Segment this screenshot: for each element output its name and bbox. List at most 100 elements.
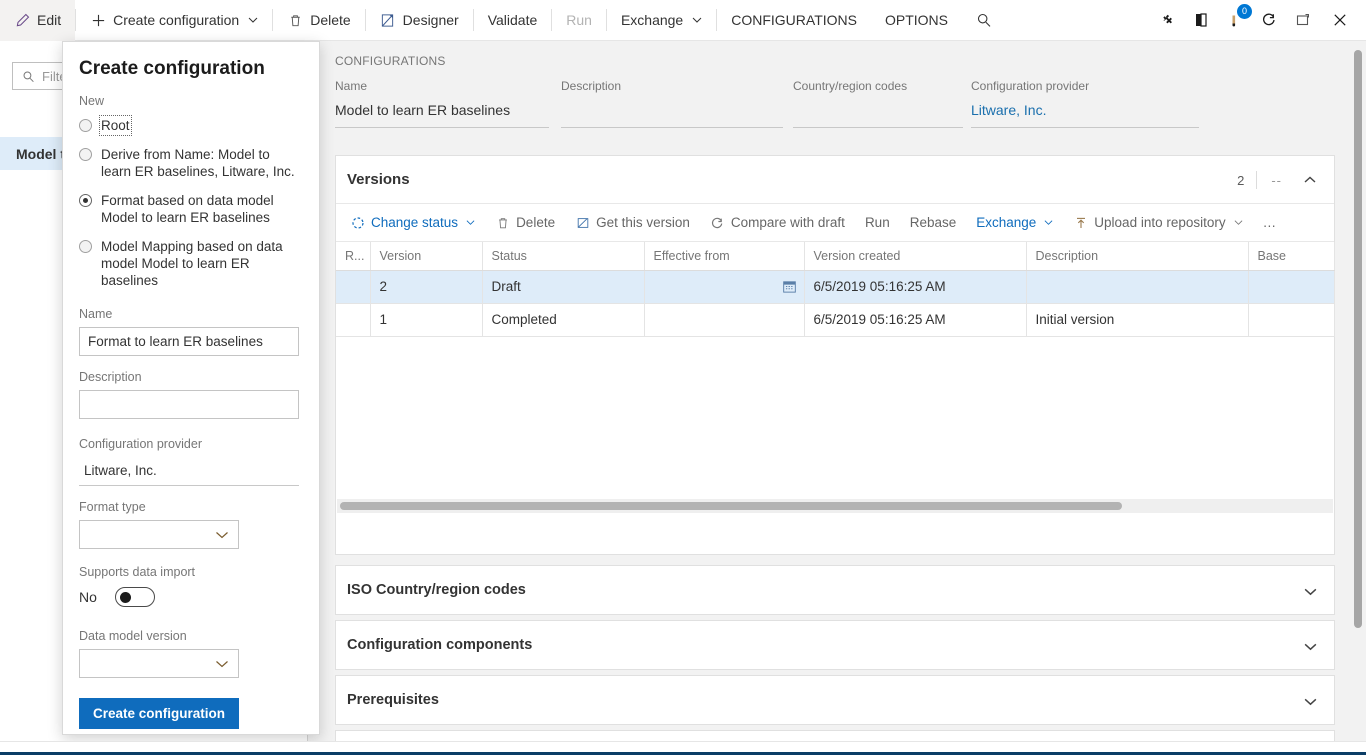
cell-status[interactable]: Draft — [482, 270, 644, 303]
chevron-down-icon — [248, 15, 258, 25]
radio-icon[interactable] — [79, 194, 92, 207]
radio-icon[interactable] — [79, 119, 92, 132]
versions-card-header: Versions 2 -- — [336, 156, 1334, 204]
header-field-value[interactable] — [793, 102, 963, 128]
exchange-button[interactable]: Exchange — [607, 0, 716, 41]
upload-into-repository-button[interactable]: Upload into repository — [1063, 204, 1252, 242]
cell-version[interactable]: 2 — [370, 270, 482, 303]
section-tags[interactable]: Tags — [335, 730, 1335, 741]
create-configuration-button[interactable]: Create configuration — [76, 0, 272, 41]
versions-card: Versions 2 -- Change status — [335, 155, 1335, 555]
header-field-value[interactable] — [561, 102, 783, 128]
get-this-version-button[interactable]: Get this version — [565, 204, 700, 242]
chevron-down-icon[interactable] — [1303, 566, 1318, 616]
more-commands-button[interactable]: … — [1253, 204, 1287, 242]
column-header-r[interactable]: R... — [336, 242, 370, 270]
column-header-base[interactable]: Base — [1248, 242, 1334, 270]
supports-data-import-value: No — [79, 589, 97, 605]
section-configuration-components[interactable]: Configuration components — [335, 620, 1335, 670]
configuration-provider-label: Configuration provider — [79, 437, 303, 451]
description-field-group: Description — [63, 356, 319, 419]
chevron-down-icon — [466, 218, 475, 227]
cell-effective-from[interactable] — [644, 303, 804, 336]
data-model-version-select[interactable] — [79, 649, 239, 678]
delete-version-button[interactable]: Delete — [485, 204, 565, 242]
cell-description[interactable] — [1026, 270, 1248, 303]
header-field-label: Description — [561, 79, 783, 93]
radio-icon[interactable] — [79, 240, 92, 253]
run-label: Run — [566, 12, 592, 28]
run-version-button[interactable]: Run — [855, 204, 900, 242]
change-status-icon — [350, 215, 365, 230]
name-input[interactable]: Format to learn ER baselines — [79, 327, 299, 356]
cell-version-created[interactable]: 6/5/2019 05:16:25 AM — [804, 270, 1026, 303]
close-icon[interactable] — [1320, 0, 1360, 41]
radio-option-format-based-on-data-model[interactable]: Format based on data model Model to lear… — [63, 186, 319, 232]
chevron-down-icon[interactable] — [1303, 731, 1318, 741]
chevron-up-icon[interactable] — [1296, 173, 1324, 187]
popout-icon[interactable] — [1286, 0, 1320, 41]
supports-data-import-toggle[interactable] — [115, 587, 155, 607]
cell-r[interactable] — [336, 270, 370, 303]
table-row[interactable]: 1 Completed 6/5/2019 05:16:25 AM Initial… — [336, 303, 1334, 336]
get-this-version-label: Get this version — [596, 215, 690, 230]
refresh-icon[interactable] — [1252, 0, 1286, 41]
cell-base[interactable] — [1248, 270, 1334, 303]
notifications-icon[interactable]: 0 — [1218, 0, 1252, 41]
more-commands-label: … — [1263, 215, 1277, 230]
compare-with-draft-button[interactable]: Compare with draft — [700, 204, 855, 242]
supports-data-import-label: Supports data import — [79, 557, 303, 579]
radio-icon[interactable] — [79, 148, 92, 161]
exchange-version-button[interactable]: Exchange — [966, 204, 1063, 242]
rebase-button[interactable]: Rebase — [900, 204, 967, 242]
radio-option-derive-from-name[interactable]: Derive from Name: Model to learn ER base… — [63, 140, 319, 186]
page-vertical-scrollbar[interactable] — [1350, 41, 1366, 741]
change-status-button[interactable]: Change status — [340, 204, 485, 242]
exchange-version-label: Exchange — [976, 215, 1036, 230]
format-type-select[interactable] — [79, 520, 239, 549]
edit-button[interactable]: Edit — [0, 0, 75, 41]
cell-effective-from[interactable] — [644, 270, 804, 303]
radio-option-root[interactable]: Root — [63, 111, 319, 140]
settings-gear-icon[interactable] — [1150, 0, 1184, 41]
tab-configurations[interactable]: CONFIGURATIONS — [717, 0, 871, 41]
create-configuration-submit-button[interactable]: Create configuration — [79, 698, 239, 729]
section-prerequisites[interactable]: Prerequisites — [335, 675, 1335, 725]
chevron-down-icon[interactable] — [1303, 676, 1318, 726]
radio-option-model-mapping-based-on-data-model[interactable]: Model Mapping based on data model Model … — [63, 232, 319, 295]
delete-button[interactable]: Delete — [273, 0, 364, 41]
validate-button[interactable]: Validate — [474, 0, 552, 41]
column-header-description[interactable]: Description — [1026, 242, 1248, 270]
description-input[interactable] — [79, 390, 299, 419]
versions-title: Versions — [336, 171, 410, 188]
chevron-down-icon[interactable] — [1303, 621, 1318, 671]
search-button[interactable] — [962, 0, 1006, 41]
header-field-value[interactable]: Model to learn ER baselines — [335, 102, 549, 128]
grid-horizontal-scrollbar-thumb[interactable] — [340, 502, 1122, 510]
header-field-label: Name — [335, 79, 549, 93]
header-field-label: Country/region codes — [793, 79, 963, 93]
column-header-version-created[interactable]: Version created — [804, 242, 1026, 270]
section-iso-country-region-codes[interactable]: ISO Country/region codes — [335, 565, 1335, 615]
flyout-group-label: New — [63, 80, 319, 111]
page-vertical-scrollbar-thumb[interactable] — [1354, 50, 1362, 628]
table-row[interactable]: 2 Draft 6/5/2019 05:16:25 AM — [336, 270, 1334, 303]
designer-label: Designer — [403, 12, 459, 28]
calendar-icon[interactable] — [782, 279, 797, 297]
company-book-icon[interactable] — [1184, 0, 1218, 41]
header-field-value[interactable]: Litware, Inc. — [971, 102, 1199, 128]
cell-version-created[interactable]: 6/5/2019 05:16:25 AM — [804, 303, 1026, 336]
column-header-version[interactable]: Version — [370, 242, 482, 270]
cell-description[interactable]: Initial version — [1026, 303, 1248, 336]
configuration-provider-value[interactable]: Litware, Inc. — [79, 457, 299, 486]
cell-base[interactable] — [1248, 303, 1334, 336]
grid-horizontal-scrollbar[interactable] — [337, 499, 1333, 513]
column-header-effective-from[interactable]: Effective from — [644, 242, 804, 270]
cell-r[interactable] — [336, 303, 370, 336]
designer-button[interactable]: Designer — [366, 0, 473, 41]
tab-options[interactable]: OPTIONS — [871, 0, 962, 41]
column-header-status[interactable]: Status — [482, 242, 644, 270]
cell-status[interactable]: Completed — [482, 303, 644, 336]
cell-version[interactable]: 1 — [370, 303, 482, 336]
search-icon — [20, 68, 36, 84]
